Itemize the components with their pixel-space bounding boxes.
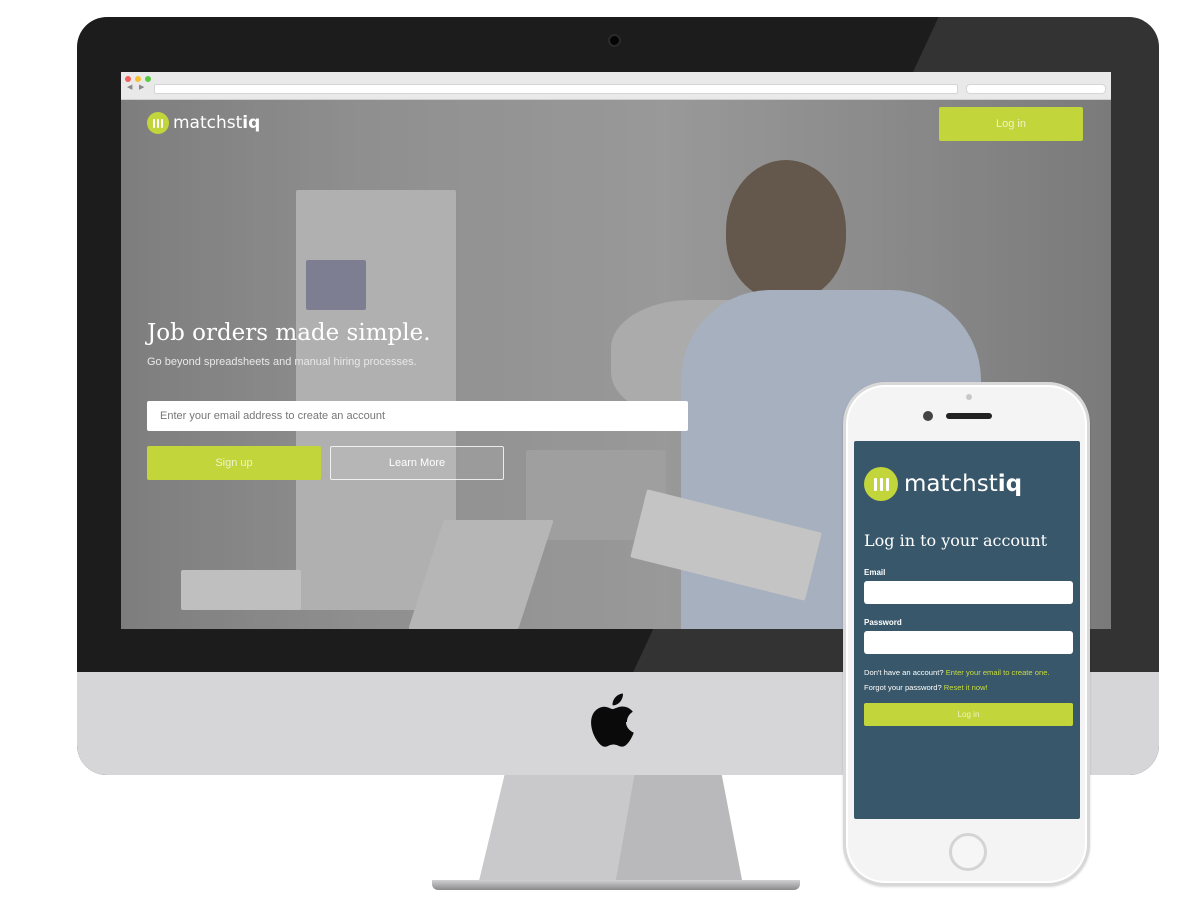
mobile-login-screen: matchstiq Log in to your account Email P… xyxy=(854,441,1080,819)
matchstiq-logo-icon xyxy=(864,467,898,501)
hero-title: Job orders made simple. xyxy=(147,320,431,346)
minimize-window-icon[interactable] xyxy=(135,76,141,82)
mobile-brand-name: matchstiq xyxy=(904,471,1023,497)
mobile-login-title: Log in to your account xyxy=(864,531,1048,550)
signup-button[interactable]: Sign up xyxy=(147,446,321,480)
close-window-icon[interactable] xyxy=(125,76,131,82)
phone-speaker xyxy=(946,413,992,419)
brand-logo[interactable]: matchstiq xyxy=(147,112,260,134)
login-button[interactable]: Log in xyxy=(939,107,1083,141)
signup-email-input[interactable] xyxy=(147,401,688,431)
imac-stand xyxy=(478,775,743,885)
hero-subtitle: Go beyond spreadsheets and manual hiring… xyxy=(147,356,417,368)
email-label: Email xyxy=(864,568,886,577)
maximize-window-icon[interactable] xyxy=(145,76,151,82)
brand-name: matchstiq xyxy=(173,113,261,133)
forgot-password-text: Forgot your password? xyxy=(864,683,942,692)
matchstiq-logo-icon xyxy=(147,112,169,134)
device-mockup: ◀ ▶ matchstiq Log in Job orders made sim… xyxy=(0,0,1200,900)
back-arrow-icon[interactable]: ◀ xyxy=(127,83,132,93)
mobile-password-field[interactable] xyxy=(864,631,1073,654)
create-account-link[interactable]: Enter your email to create one. xyxy=(946,668,1050,677)
mobile-email-field[interactable] xyxy=(864,581,1073,604)
apple-logo-icon xyxy=(591,693,634,747)
mobile-login-button[interactable]: Log in xyxy=(864,703,1073,726)
imac-camera xyxy=(608,34,621,47)
phone-home-button[interactable] xyxy=(949,833,987,871)
create-account-line: Don't have an account? Enter your email … xyxy=(864,668,1050,677)
learn-more-button[interactable]: Learn More xyxy=(330,446,504,480)
imac-stand-base xyxy=(432,880,800,890)
address-bar[interactable] xyxy=(154,84,958,94)
reset-password-link[interactable]: Reset it now! xyxy=(944,683,988,692)
phone-camera xyxy=(923,411,933,421)
mobile-brand-logo[interactable]: matchstiq xyxy=(864,467,1022,501)
password-label: Password xyxy=(864,618,902,627)
forward-arrow-icon[interactable]: ▶ xyxy=(139,83,144,93)
phone-frame: matchstiq Log in to your account Email P… xyxy=(843,382,1090,886)
phone-front-sensor xyxy=(966,394,972,400)
forgot-password-line: Forgot your password? Reset it now! xyxy=(864,683,988,692)
browser-toolbar: ◀ ▶ xyxy=(121,72,1111,100)
browser-search-field[interactable] xyxy=(966,84,1106,94)
no-account-text: Don't have an account? xyxy=(864,668,944,677)
